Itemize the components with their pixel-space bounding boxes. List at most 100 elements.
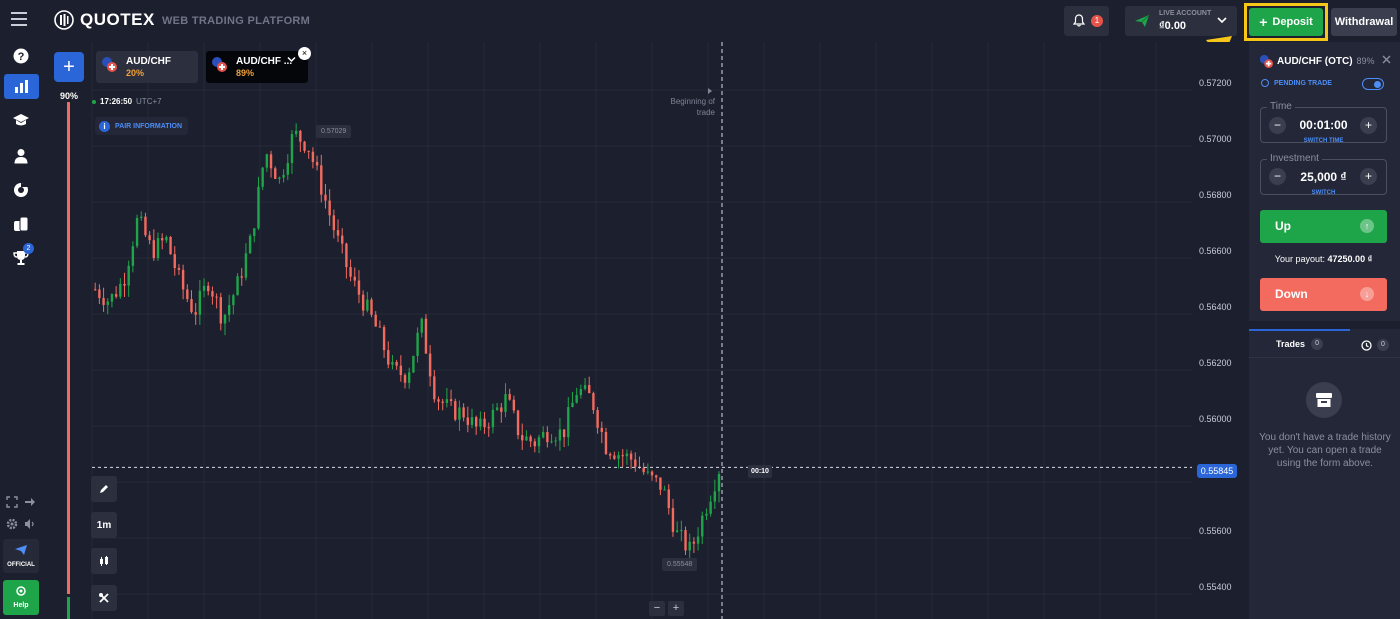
- sentiment-bar-red: [67, 102, 70, 594]
- price-axis-label: 0.55600: [1199, 526, 1232, 536]
- sentiment-bar-green: [67, 597, 70, 619]
- candle: [177, 268, 181, 270]
- asset-tab-1[interactable]: AUD/CHF 20%: [96, 51, 198, 83]
- clock-icon: [1361, 339, 1372, 351]
- zoom-in-button[interactable]: +: [668, 601, 684, 616]
- candle: [215, 296, 218, 298]
- zoom-out-button[interactable]: −: [649, 601, 665, 616]
- menu-icon[interactable]: [11, 12, 27, 26]
- chevron-down-icon[interactable]: [287, 56, 296, 63]
- candle: [433, 376, 436, 400]
- close-tab-icon[interactable]: ×: [298, 47, 311, 60]
- settings-icon[interactable]: [4, 512, 20, 536]
- candle: [424, 318, 428, 354]
- user-icon[interactable]: [9, 144, 33, 168]
- candle: [156, 238, 160, 259]
- platform-label: WEB TRADING PLATFORM: [150, 15, 310, 27]
- chart-type-button[interactable]: [91, 548, 117, 574]
- down-button[interactable]: Down ↓: [1260, 278, 1387, 311]
- candle: [165, 236, 168, 241]
- price-axis-label: 0.56400: [1199, 302, 1232, 312]
- fullscreen-icon[interactable]: [4, 490, 20, 514]
- candle: [680, 530, 683, 532]
- clock-timezone: UTC+7: [136, 97, 162, 106]
- candle: [186, 289, 189, 300]
- trades-tab-label: Trades: [1275, 339, 1306, 349]
- switch-time-link[interactable]: SWITCH TIME: [1260, 138, 1387, 144]
- high-price-tag: 0.57029: [316, 125, 352, 138]
- candle: [253, 228, 256, 236]
- candle: [592, 393, 595, 411]
- sound-icon[interactable]: [22, 512, 38, 536]
- candle: [516, 410, 520, 436]
- candle: [324, 194, 327, 201]
- candle: [466, 417, 470, 425]
- tab-trades[interactable]: Trades 0: [1249, 329, 1350, 357]
- coins-icon[interactable]: [9, 212, 33, 236]
- candle: [600, 427, 603, 432]
- candle: [144, 216, 147, 236]
- deposit-button[interactable]: + Deposit: [1249, 8, 1323, 36]
- up-button[interactable]: Up ↑: [1260, 210, 1387, 243]
- candle: [546, 432, 549, 443]
- withdrawal-button[interactable]: Withdrawal: [1331, 8, 1397, 36]
- arrow-up-icon: ↑: [1360, 219, 1374, 233]
- pie-chart-icon[interactable]: [9, 178, 33, 202]
- candle: [562, 429, 566, 438]
- pair-information-label: PAIR INFORMATION: [115, 122, 183, 130]
- candle: [541, 432, 545, 438]
- drawing-tool-button[interactable]: [91, 476, 117, 502]
- candle: [667, 489, 670, 509]
- help-label: Help: [13, 602, 29, 609]
- candle: [320, 165, 323, 195]
- candle: [311, 151, 315, 162]
- candle: [198, 290, 202, 315]
- question-icon[interactable]: ?: [9, 44, 33, 68]
- pending-trade-label: PENDING TRADE: [1274, 79, 1332, 87]
- account-type: LIVE ACCOUNT: [1159, 10, 1212, 17]
- candle: [290, 134, 294, 163]
- selected-pair[interactable]: AUD/CHF (OTC) 89%: [1259, 54, 1375, 68]
- candle: [282, 174, 285, 178]
- switch-link[interactable]: SWITCH: [1260, 190, 1387, 196]
- notifications-button[interactable]: 1: [1064, 6, 1109, 36]
- candle: [487, 427, 490, 429]
- pair-information-button[interactable]: i PAIR INFORMATION: [95, 117, 189, 135]
- candle: [382, 327, 386, 351]
- pending-trade-option[interactable]: PENDING TRADE: [1261, 79, 1332, 87]
- asset-tab-payout: 20%: [126, 68, 145, 78]
- candle: [491, 409, 495, 428]
- investment-increase-button[interactable]: +: [1360, 168, 1377, 185]
- share-icon[interactable]: [22, 490, 38, 514]
- official-telegram-button[interactable]: OFFICIAL: [3, 539, 39, 573]
- add-asset-button[interactable]: +: [54, 52, 84, 82]
- candle: [207, 285, 210, 292]
- price-chart[interactable]: [42, 42, 1248, 619]
- candle: [470, 417, 474, 425]
- candle: [307, 150, 310, 152]
- candle: [294, 130, 298, 135]
- candle: [495, 407, 499, 410]
- timeframe-button[interactable]: 1m: [91, 512, 117, 538]
- education-icon[interactable]: [9, 108, 33, 132]
- brand-logo[interactable]: QUOTEX: [54, 10, 155, 30]
- price-axis-label: 0.55400: [1199, 582, 1232, 592]
- candle: [445, 399, 449, 403]
- help-button[interactable]: Help: [3, 580, 39, 615]
- candle: [357, 280, 361, 295]
- candle: [408, 372, 411, 383]
- candle: [110, 294, 114, 302]
- chart-area[interactable]: [42, 42, 1248, 619]
- time-increase-button[interactable]: +: [1360, 117, 1377, 134]
- selected-pair-name: AUD/CHF (OTC): [1277, 55, 1353, 67]
- candle: [437, 399, 440, 402]
- chart-icon[interactable]: [4, 74, 39, 99]
- candle: [278, 177, 281, 179]
- candle: [332, 215, 336, 231]
- pending-trade-toggle[interactable]: [1362, 78, 1384, 90]
- tab-history[interactable]: 0: [1350, 333, 1400, 357]
- asset-tab-name: AUD/CHF ...: [236, 56, 293, 67]
- indicators-button[interactable]: [91, 585, 117, 611]
- close-icon[interactable]: [1382, 55, 1391, 64]
- candle: [646, 471, 650, 473]
